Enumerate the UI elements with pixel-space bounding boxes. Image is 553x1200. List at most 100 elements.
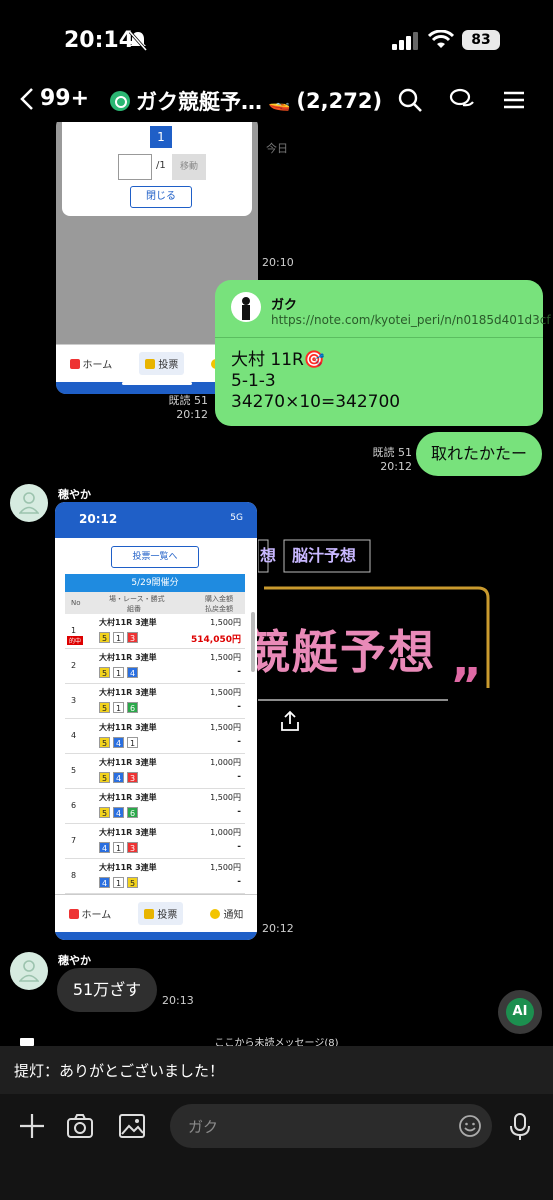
chevron-left-icon: [20, 87, 33, 110]
combo-boat: 1: [113, 842, 124, 853]
bet-race: 大村11R 3連単: [99, 863, 157, 872]
back-button[interactable]: 99+: [20, 86, 89, 111]
user-icon: [19, 492, 39, 514]
bet-amount: 1,500円: [210, 723, 241, 732]
bet-payout: -: [237, 737, 241, 747]
text-message-bubble[interactable]: 取れたかたー: [416, 432, 542, 476]
text-message-bubble[interactable]: 51万ざす: [57, 968, 157, 1012]
link-url[interactable]: https://note.com/kyotei_peri/n/n0185d401…: [271, 313, 551, 327]
message-line: 5-1-3: [231, 371, 276, 391]
ai-button[interactable]: AI: [498, 990, 542, 1034]
chat-area[interactable]: 1 /1 移動 閉じる ホーム 投票 通知 今日 20:10 既読 51 20:…: [0, 122, 553, 1046]
bet-row: 2 大村11R 3連単 5 1 4 1,500円 -: [65, 649, 245, 684]
message-input[interactable]: ガク: [170, 1104, 492, 1148]
section-header: 5/29開催分: [65, 574, 245, 592]
bet-payout: 514,050円: [191, 635, 241, 645]
message-time: 20:12: [380, 460, 412, 473]
bet-combo: 413: [99, 842, 138, 853]
bet-race: 大村11R 3連単: [99, 723, 157, 732]
member-count: (2,272): [296, 89, 383, 113]
combo-boat: 1: [113, 667, 124, 678]
bet-row: 3 大村11R 3連単 5 1 6 1,500円 -: [65, 684, 245, 719]
bet-payout: -: [237, 772, 241, 782]
bell-icon: [210, 908, 221, 919]
sender-name: 穂やか: [58, 488, 91, 501]
link-author-name: ガク: [271, 298, 298, 313]
bet-combo: 513: [99, 632, 138, 643]
avatar[interactable]: [10, 484, 48, 522]
promo-quote: ”: [450, 658, 482, 714]
chat-threads-icon[interactable]: [448, 86, 476, 114]
combo-boat: 3: [127, 842, 138, 853]
mute-bell-icon: [128, 31, 148, 51]
status-time: 20:14: [64, 28, 135, 53]
col-no: No: [71, 599, 81, 607]
search-icon[interactable]: [396, 86, 424, 114]
share-icon[interactable]: [279, 710, 301, 732]
screenshot-bottom-bar: [55, 932, 257, 940]
bet-row: 7 大村11R 3連単 4 1 3 1,000円 -: [65, 824, 245, 859]
home-icon: [69, 358, 80, 369]
combo-boat: 6: [127, 807, 138, 818]
bet-payout: -: [237, 807, 241, 817]
tab-vote-label: 投票: [157, 910, 178, 921]
tab-vote-label: 投票: [158, 360, 179, 371]
combo-boat: 1: [113, 877, 124, 888]
message-input-bar: ガク: [0, 1094, 553, 1200]
avatar[interactable]: [10, 952, 48, 990]
bet-payout: -: [237, 877, 241, 887]
read-receipt: 既読 51 20:12: [372, 446, 413, 474]
camera-icon[interactable]: [66, 1112, 94, 1140]
signal-icon: [392, 32, 418, 50]
status-bar: 20:14 83: [0, 0, 553, 80]
latest-message-banner[interactable]: 提灯：ありがとございました！: [0, 1046, 553, 1094]
combo-boat: 4: [127, 667, 138, 678]
combo-boat: 5: [99, 772, 110, 783]
emoji-icon[interactable]: [458, 1114, 482, 1138]
link-preview-card[interactable]: ガク https://note.com/kyotei_peri/n/n0185d…: [215, 280, 551, 338]
bet-no: 2: [71, 661, 77, 670]
author-avatar: [231, 292, 261, 322]
ticket-icon: [145, 358, 156, 369]
bet-race: 大村11R 3連単: [99, 793, 157, 802]
combo-boat: 4: [113, 772, 124, 783]
image-icon[interactable]: [118, 1112, 146, 1140]
bet-row: 1 的中 大村11R 3連単 5 1 3 1,500円 514,050円: [65, 614, 245, 649]
bet-payout: -: [237, 842, 241, 852]
bet-row: 4 大村11R 3連単 5 4 1 1,500円 -: [65, 719, 245, 754]
bet-amount: 1,500円: [210, 618, 241, 627]
microphone-icon[interactable]: [508, 1112, 532, 1142]
screenshot-network: 5G: [230, 513, 243, 523]
menu-icon[interactable]: [500, 86, 528, 114]
bet-no: 6: [71, 801, 77, 810]
combo-boat: 3: [127, 772, 138, 783]
message-time: 20:12: [262, 922, 294, 935]
combo-boat: 4: [99, 842, 110, 853]
bet-no: 5: [71, 766, 77, 775]
tab-home-label: ホーム: [82, 360, 113, 371]
col-race: 場・レース・勝式: [109, 595, 165, 603]
combo-boat: 6: [127, 702, 138, 713]
read-count: 既読 51: [372, 446, 413, 459]
person-silhouette-icon: [242, 297, 250, 320]
bet-no: 7: [71, 836, 77, 845]
page-go-button: 移動: [172, 154, 206, 180]
bet-combo: 543: [99, 772, 138, 783]
col-amount: 購入金額: [205, 595, 233, 603]
message-line: 34270×10=342700: [231, 392, 401, 412]
chat-title[interactable]: ガク競艇予… 🚤 (2,272): [110, 86, 382, 116]
unread-divider: ここから未読メッセージ(8): [214, 1038, 339, 1046]
plus-icon[interactable]: [18, 1112, 46, 1140]
combo-boat: 1: [127, 737, 138, 748]
bet-no: 4: [71, 731, 77, 740]
message-time: 20:13: [162, 994, 194, 1007]
promo-title: 競艇予想: [244, 625, 436, 679]
link-message-bubble[interactable]: ガク https://note.com/kyotei_peri/n/n0185d…: [215, 280, 551, 426]
ai-label: AI: [506, 998, 534, 1026]
hit-badge: 的中: [67, 636, 84, 645]
message-time: 20:12: [176, 408, 208, 421]
image-message-2[interactable]: 20:12 5G 投票一覧へ 5/29開催分 No 場・レース・勝式 組番 購入…: [55, 502, 257, 940]
read-receipt: 既読 51 20:12: [168, 394, 209, 422]
unread-count: 99+: [40, 86, 90, 111]
tab-notify-label: 通知: [223, 910, 244, 921]
